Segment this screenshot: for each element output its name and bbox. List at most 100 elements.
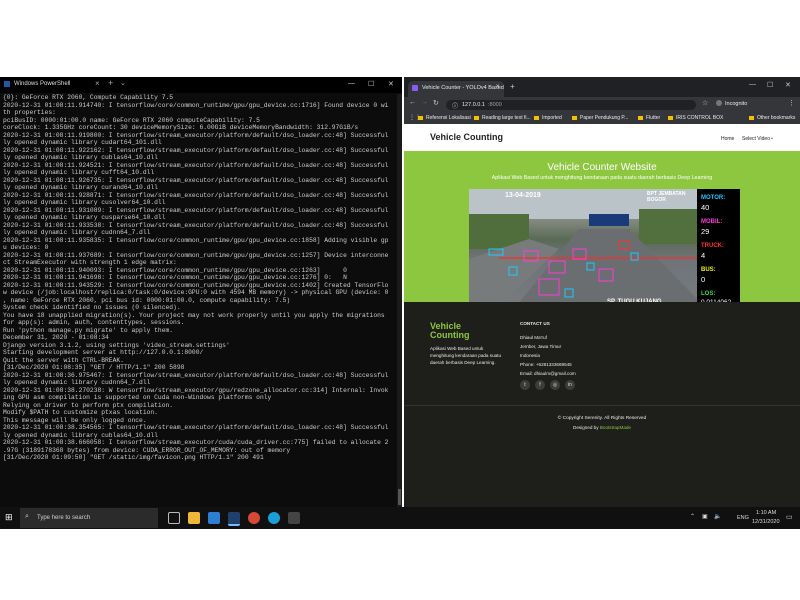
bookmark-item[interactable]: Referensi Lokalisasi: [418, 115, 471, 121]
terminal-line: Modify $PATH to customize ptxas location…: [3, 409, 158, 416]
star-icon[interactable]: ☆: [702, 99, 708, 107]
bookmark-item[interactable]: IRIS CONTROL BOX: [668, 115, 723, 121]
copyright: © Copyright Serenity. All Rights Reserve…: [557, 416, 647, 421]
terminal-line: 2020-12-31 01:08:11.922162: I tensorflow…: [3, 146, 389, 154]
back-icon[interactable]: ←: [409, 99, 416, 106]
terminal-line: 2020-12-31 01:08:11.931089: I tensorflow…: [3, 206, 389, 214]
designed-link[interactable]: BootstrapMade: [600, 425, 631, 430]
terminal-output[interactable]: {0}: GeForce RTX 2060, Compute Capabilit…: [0, 94, 401, 507]
terminal-line: th properties:: [3, 109, 56, 116]
terminal-line: u devices: 0: [3, 244, 49, 251]
chevron-down-icon[interactable]: ⌄: [770, 135, 774, 141]
chevron-up-icon[interactable]: ⌃: [690, 513, 695, 520]
url-port: :8000: [488, 102, 502, 108]
terminal-line: [31/Dec/2020 01:08:35] "GET / HTTP/1.1" …: [3, 364, 185, 371]
terminal-line: You have 18 unapplied migration(s). Your…: [3, 311, 385, 319]
favicon-icon: [412, 85, 418, 91]
hero-title: Vehicle Counter Website: [547, 162, 657, 173]
designed-by: Designed by BootstrapMade: [404, 425, 800, 430]
hero-subtitle: Aplikasi Web Based untuk menghitung kend…: [491, 175, 713, 181]
terminal-line: 2020-12-31 01:08:38.354565: I tensorflow…: [3, 424, 389, 431]
network-icon[interactable]: ▣: [702, 513, 708, 520]
clock-time[interactable]: 1:10 AM: [756, 510, 776, 516]
powershell-titlebar[interactable]: Windows PowerShell × + ⌄ — ☐ ✕: [0, 77, 402, 93]
footer-brand[interactable]: Vehicle Counting: [430, 322, 490, 340]
bookmark-item[interactable]: Paper Pendukung P...: [572, 115, 628, 121]
search-icon: ⌕: [25, 513, 29, 520]
terminal-line: Starting development server at http://12…: [3, 349, 204, 356]
terminal-line: 2020-12-31 01:08:11.941698: I tensorflow…: [3, 274, 347, 281]
stat-label-los: LOS:: [701, 291, 716, 297]
language-indicator[interactable]: ENG: [737, 515, 749, 521]
terminal-line: ly opened dynamic library cublas64_10.dl…: [3, 431, 158, 439]
facebook-icon[interactable]: f: [535, 380, 545, 390]
minimize-icon[interactable]: —: [348, 80, 355, 87]
terminal-line: for app(s): admin, auth, contenttypes, s…: [3, 319, 185, 326]
close-tab-icon[interactable]: ×: [496, 84, 500, 90]
maximize-icon[interactable]: ☐: [368, 80, 374, 88]
chevron-down-icon[interactable]: ⌄: [120, 79, 126, 87]
terminal-scrollbar[interactable]: [397, 94, 402, 507]
terminal-line: 2020-12-31 01:08:11.919800: I tensorflow…: [3, 131, 389, 139]
close-icon[interactable]: ✕: [785, 81, 791, 89]
powershell-icon: [4, 81, 10, 87]
terminal-line: ly opened dynamic library cudart64_101.d…: [3, 139, 162, 146]
stat-value-motor: 40: [701, 203, 710, 212]
terminal-line: [31/Dec/2020 01:09:50] "GET /static/img/…: [3, 454, 264, 461]
edge-icon[interactable]: [268, 512, 280, 524]
close-icon[interactable]: ✕: [388, 80, 394, 88]
task-view-icon[interactable]: [168, 512, 180, 524]
file-explorer-icon[interactable]: [188, 512, 200, 524]
taskbar-search[interactable]: ⌕ Type here to search: [20, 508, 158, 528]
app-icon[interactable]: [288, 512, 300, 524]
terminal-line: 2020-12-31 01:08:11.943529: I tensorflow…: [3, 281, 389, 289]
forward-icon[interactable]: →: [421, 99, 428, 106]
maximize-icon[interactable]: ☐: [767, 81, 773, 89]
new-tab-icon[interactable]: +: [510, 82, 515, 91]
vscode-icon[interactable]: [208, 512, 220, 524]
menu-icon[interactable]: ⋮: [788, 99, 795, 107]
clock-date[interactable]: 12/31/2020: [752, 519, 780, 525]
browser-tab[interactable]: Vehicle Counter - YOLOv4 Based ×: [408, 81, 504, 97]
info-icon[interactable]: ⓘ: [452, 101, 458, 110]
terminal-line: 2020-12-31 01:08:11.914740: I tensorflow…: [3, 101, 389, 109]
terminal-line: Run 'python manage.py migrate' to apply …: [3, 326, 174, 334]
volume-icon[interactable]: 🔈: [714, 513, 721, 520]
stat-label-mobil: MOBIL:: [701, 219, 723, 225]
terminal-line: Django version 3.1.2, using settings 'vi…: [3, 341, 230, 349]
terminal-line: 2020-12-31 01:08:11.924521: I tensorflow…: [3, 161, 389, 169]
twitter-icon[interactable]: t: [520, 380, 530, 390]
nav-home[interactable]: Home: [721, 136, 734, 142]
bookmark-item[interactable]: Imported: [534, 115, 562, 121]
terminal-line: 2020-12-31 01:08:11.935835: I tensorflow…: [3, 236, 389, 244]
site-brand[interactable]: Vehicle Counting: [430, 132, 503, 142]
linkedin-icon[interactable]: in: [565, 380, 575, 390]
close-tab-icon[interactable]: ×: [95, 79, 100, 88]
terminal-line: .97G (3189178368 bytes) from device: CUD…: [3, 446, 291, 454]
traffic-scene: [469, 189, 697, 315]
contact-address-2: Indonesia: [520, 353, 540, 358]
contact-phone: Phone: +6281333669545: [520, 362, 572, 367]
bookmark-item[interactable]: Reading large text fi...: [474, 115, 531, 121]
terminal-line: System check identified no issues (0 sil…: [3, 304, 181, 311]
minimize-icon[interactable]: —: [749, 81, 756, 88]
incognito-label[interactable]: Incognito: [725, 101, 747, 107]
terminal-line: ct StreamExecutor with strength 1 edge m…: [3, 259, 177, 266]
stat-label-truck: TRUCK:: [701, 243, 724, 249]
url-field[interactable]: ⓘ 127.0.0.1 :8000: [446, 100, 696, 110]
bookmark-item[interactable]: Flutter: [638, 115, 660, 121]
terminal-line: ly opened dynamic library cublas64_10.dl…: [3, 154, 158, 161]
stat-value-bus: 0: [701, 275, 706, 284]
instagram-icon[interactable]: ◎: [550, 380, 560, 390]
count-panel: MOTOR: 40 MOBIL: 29 TRUCK: 4 BUS: 0 LOS:…: [697, 189, 740, 315]
new-tab-icon[interactable]: +: [108, 78, 113, 88]
bookmark-item[interactable]: Other bookmarks: [749, 115, 795, 121]
windows-start-icon[interactable]: ⊞: [5, 513, 13, 522]
notification-icon[interactable]: ▭: [786, 513, 793, 521]
contact-name: Dhiaul Ma'ruf: [520, 335, 547, 340]
terminal-line: ly opened dynamic library cusolver64_10.…: [3, 199, 166, 206]
nav-select-video[interactable]: Select Video: [742, 136, 770, 142]
powershell-taskbar-icon[interactable]: [228, 512, 240, 526]
reload-icon[interactable]: ↻: [433, 99, 439, 107]
chrome-icon[interactable]: [248, 512, 260, 524]
